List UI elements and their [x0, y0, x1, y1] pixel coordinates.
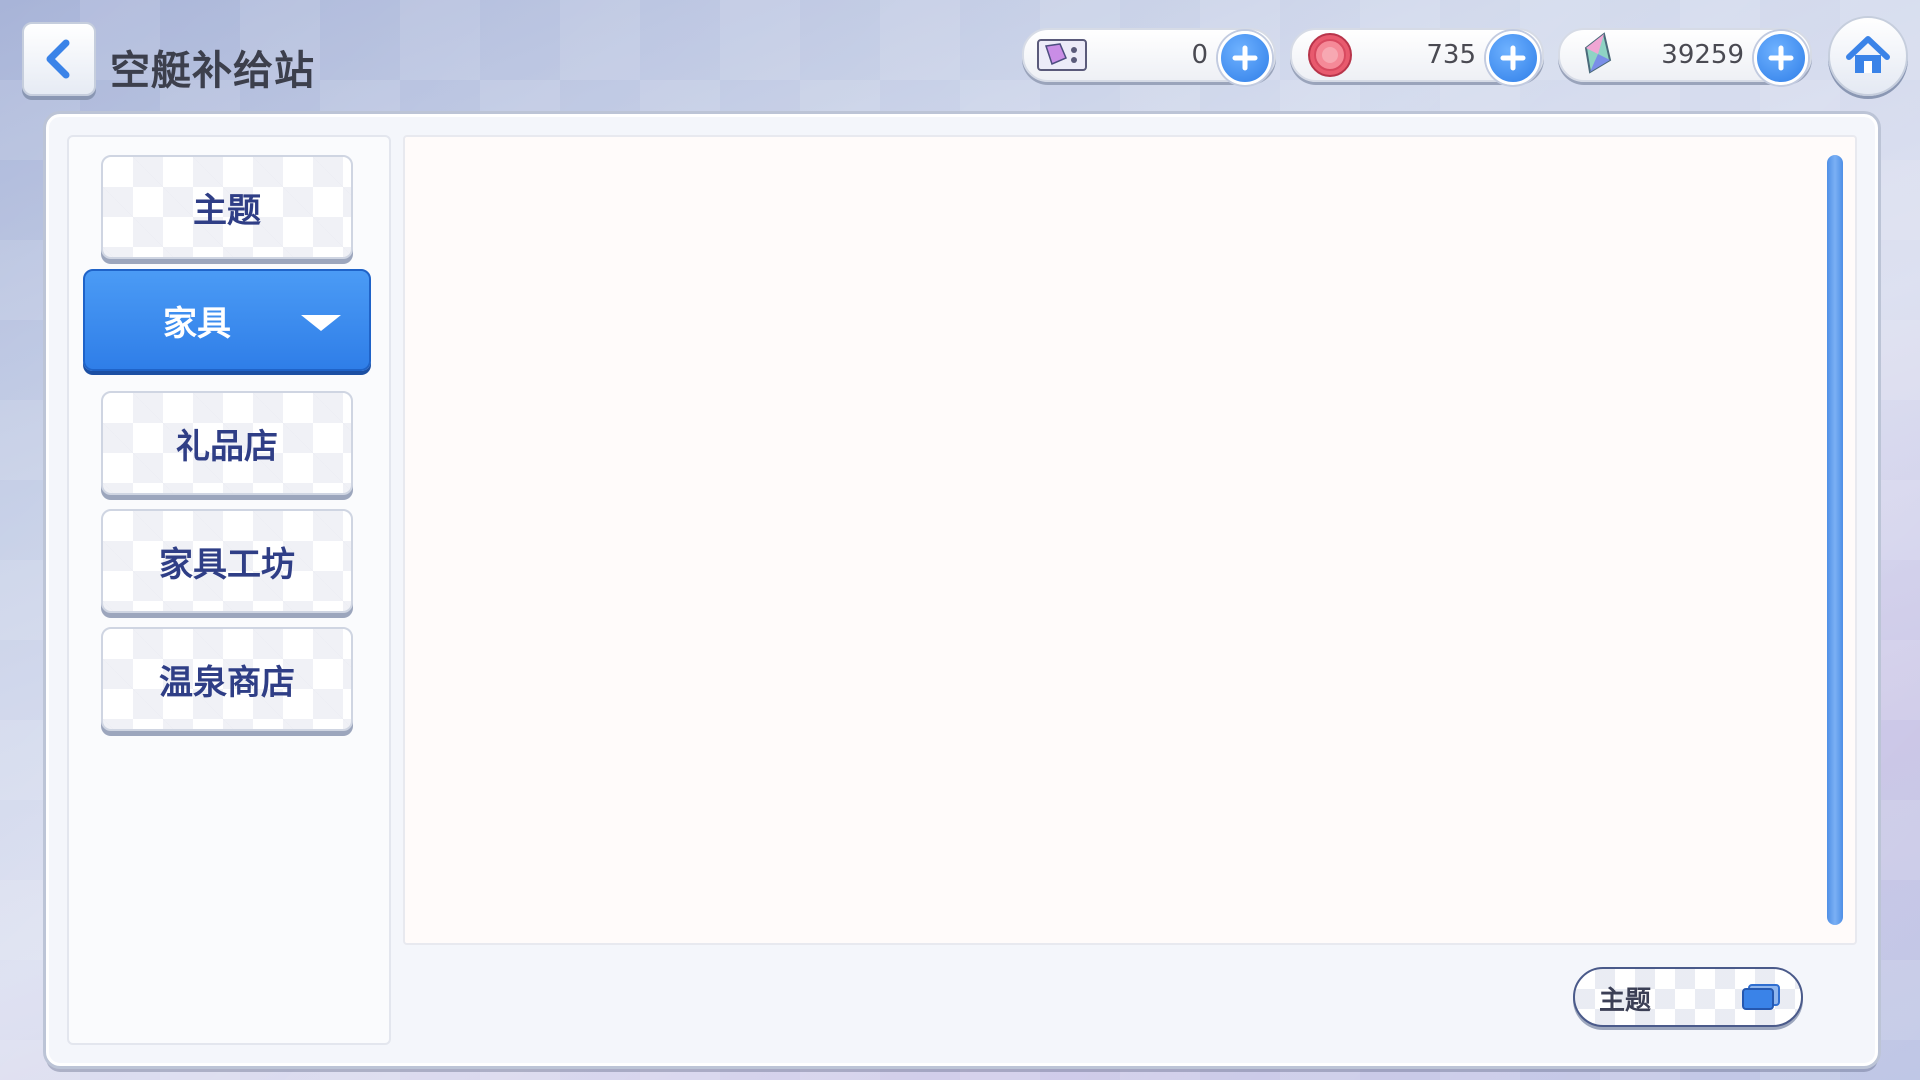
ticket-count: 0	[1191, 40, 1208, 70]
tab-theme[interactable]: 主题	[101, 155, 353, 259]
theme-filter-button[interactable]: 主题	[1573, 967, 1803, 1027]
add-ticket-button[interactable]	[1218, 31, 1272, 85]
sidebar: 主题 家具 礼品店 家具工坊 温泉商店	[67, 135, 391, 1045]
window-icon	[1741, 983, 1781, 1015]
ticket-icon	[1034, 32, 1090, 78]
filter-label: 主题	[1599, 986, 1652, 1016]
tab-label: 温泉商店	[159, 662, 295, 703]
crystal-icon	[1570, 32, 1626, 78]
item-list-area[interactable]	[403, 135, 1857, 945]
tab-label: 家具工坊	[159, 544, 295, 585]
currency-gem: 39259	[1558, 28, 1812, 85]
tab-label: 主题	[193, 190, 261, 231]
tab-furniture[interactable]: 家具	[83, 269, 371, 371]
add-coin-button[interactable]	[1486, 31, 1540, 85]
currency-coin: 735	[1290, 28, 1544, 85]
page-title: 空艇补给站	[110, 48, 315, 94]
plus-icon	[1232, 45, 1258, 71]
tab-hot-spring-shop[interactable]: 温泉商店	[101, 627, 353, 731]
main-panel: 主题 家具 礼品店 家具工坊 温泉商店 主题	[46, 114, 1878, 1066]
coin-count: 735	[1426, 40, 1476, 70]
coin-icon	[1302, 32, 1358, 78]
gem-count: 39259	[1661, 40, 1744, 70]
plus-icon	[1500, 45, 1526, 71]
tab-gift-shop[interactable]: 礼品店	[101, 391, 353, 495]
home-icon	[1846, 36, 1890, 73]
tab-label: 家具	[163, 303, 231, 344]
tab-furniture-workshop[interactable]: 家具工坊	[101, 509, 353, 613]
plus-icon	[1768, 45, 1794, 71]
add-gem-button[interactable]	[1754, 31, 1808, 85]
back-button[interactable]	[22, 22, 96, 96]
home-button[interactable]	[1828, 16, 1908, 96]
chevron-left-icon	[46, 39, 70, 79]
currency-ticket: 0	[1022, 28, 1276, 85]
scrollbar[interactable]	[1827, 155, 1843, 925]
tab-label: 礼品店	[176, 426, 278, 467]
chevron-down-icon	[301, 315, 341, 331]
